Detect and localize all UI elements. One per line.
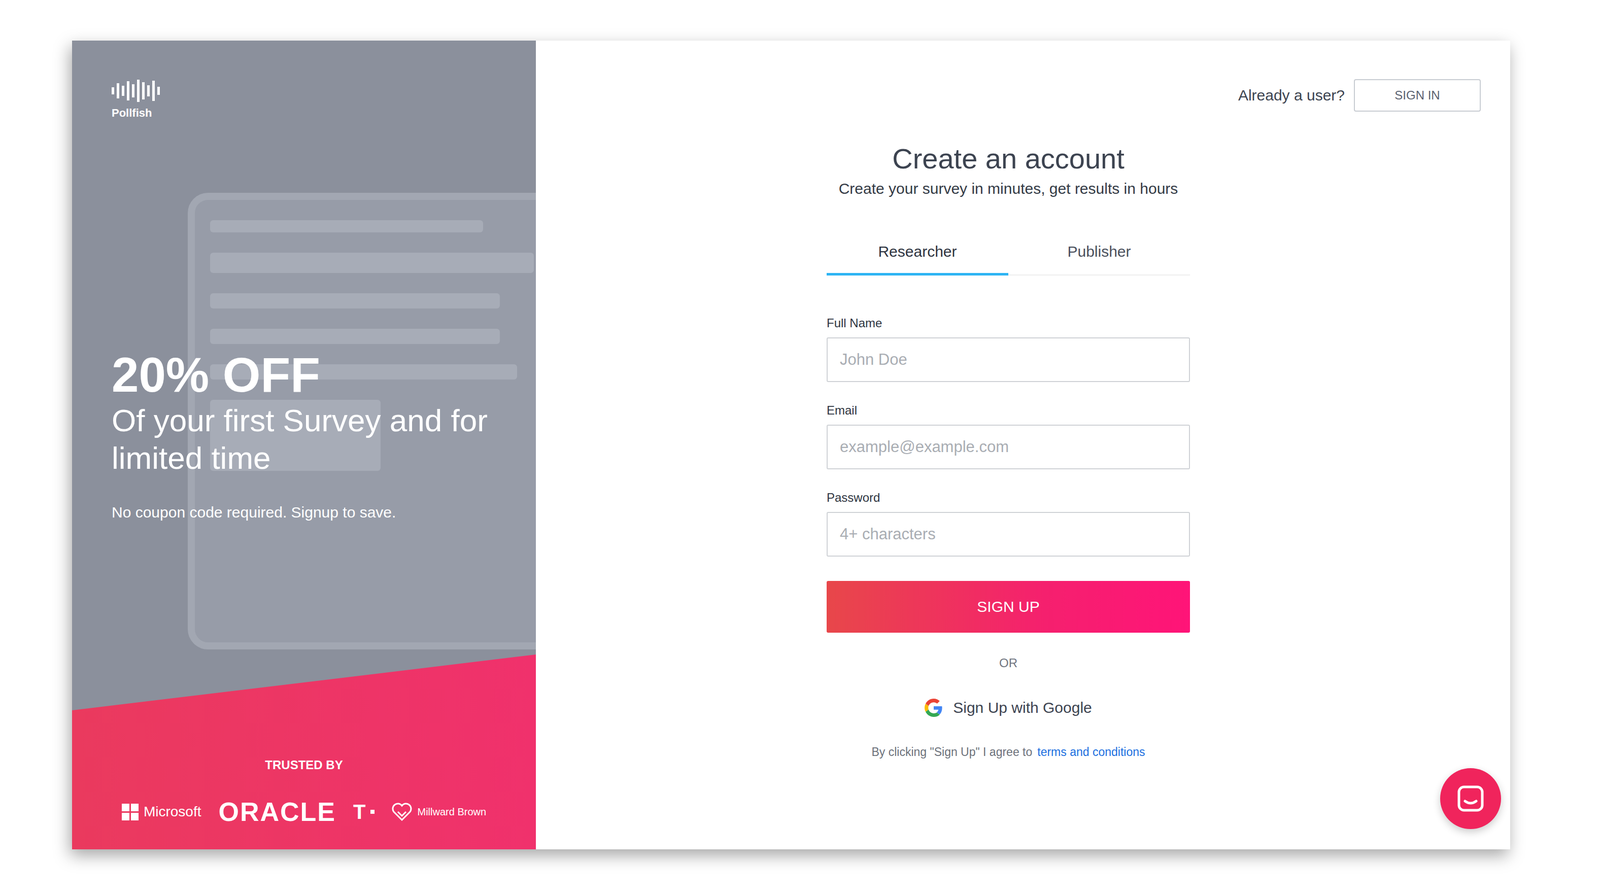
promo-note: No coupon code required. Signup to save. — [111, 502, 516, 523]
terms-text: By clicking "Sign Up" I agree toterms an… — [826, 745, 1190, 760]
header-row: Already a user? SIGN IN — [535, 79, 1481, 112]
form-title: Create an account — [826, 142, 1190, 176]
trusted-by: TRUSTED BY Microsoft ORACLE T Millward Brown — [92, 758, 516, 850]
pollfish-logo[interactable]: Pollfish — [111, 79, 516, 120]
text-input[interactable] — [826, 337, 1190, 383]
text-input[interactable] — [826, 424, 1190, 470]
field-label: Password — [826, 490, 1190, 505]
promo-panel: Pollfish 20% OFFOf your first Survey and … — [72, 40, 536, 850]
tab[interactable]: Publisher — [1008, 229, 1190, 276]
terms-link[interactable]: terms and conditions — [1037, 745, 1145, 759]
trusted-label: TRUSTED BY — [264, 758, 343, 773]
page: Pollfish 20% OFFOf your first Survey and … — [0, 0, 1600, 895]
telekom-logo: T — [353, 800, 375, 824]
microsoft-logo: Microsoft — [121, 803, 202, 821]
chat-button[interactable] — [1440, 768, 1502, 830]
oracle-logo: ORACLE — [218, 796, 336, 828]
promo-headline: 20% OFF — [111, 348, 516, 402]
sign-in-button[interactable]: SIGN IN — [1353, 79, 1481, 112]
sign-up-button[interactable]: SIGN UP — [826, 581, 1190, 633]
google-icon — [924, 698, 943, 718]
tab-bar: ResearcherPublisher — [826, 229, 1190, 276]
brand-name: Pollfish — [111, 106, 152, 120]
signup-card: Pollfish 20% OFFOf your first Survey and … — [72, 40, 1511, 850]
signin-prompt: Already a user? — [1238, 86, 1345, 105]
soundwave-icon — [111, 79, 163, 103]
or-divider: OR — [826, 656, 1190, 671]
millward-logo: Millward Brown — [391, 802, 487, 822]
fields: Full Name Email Password — [826, 316, 1190, 557]
promo-subheadline: Of your first Survey and for limited tim… — [111, 401, 516, 478]
tab[interactable]: Researcher — [826, 229, 1009, 276]
field-label: Email — [826, 403, 1190, 418]
signup-form: Create an account Create your survey in m… — [826, 142, 1190, 760]
google-signup-button[interactable]: Sign Up with Google — [919, 695, 1098, 721]
form-field: Email — [826, 403, 1190, 470]
form-panel: Already a user?SIGN INCreate an accountC… — [535, 40, 1511, 850]
form-subtitle: Create your survey in minutes, get resul… — [826, 180, 1190, 198]
microsoft-icon — [121, 803, 139, 821]
field-label: Full Name — [826, 316, 1190, 331]
promo: 20% OFFOf your first Survey and for limi… — [111, 348, 516, 523]
telekom-dot — [370, 809, 375, 814]
millward-brown-icon — [391, 802, 413, 822]
logo-row: Microsoft ORACLE T Millward Brown — [121, 796, 487, 828]
text-input[interactable] — [826, 512, 1190, 557]
form-field: Full Name — [826, 316, 1190, 383]
form-field: Password — [826, 490, 1190, 557]
chat-icon — [1455, 784, 1486, 814]
